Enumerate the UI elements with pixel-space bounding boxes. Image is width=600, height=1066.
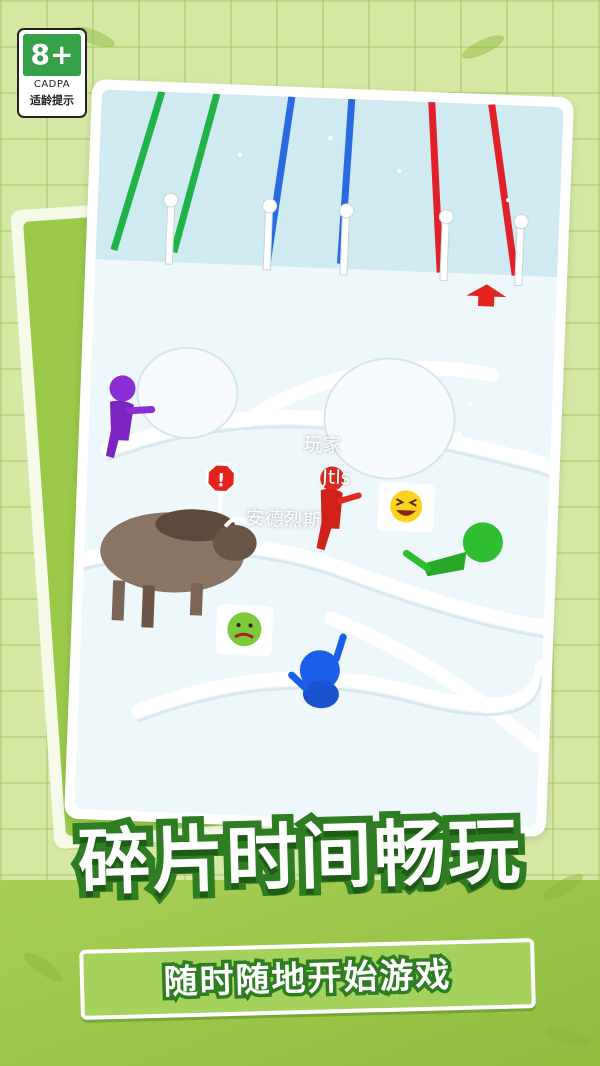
age-rating-tip: 适龄提示 [30, 94, 74, 107]
emote-bubble-sick [215, 604, 274, 657]
emote-bubble-laughing [377, 482, 435, 533]
age-rating-value: 8+ [23, 34, 81, 76]
game-scene: ! [74, 89, 564, 827]
age-rating-badge: 8+ CADPA 适龄提示 [17, 28, 87, 118]
headline: 碎片时间畅玩 [70, 802, 530, 912]
gate-post-cap [513, 214, 529, 230]
warning-sign-mark: ! [217, 470, 226, 491]
gate-post-cap [163, 192, 179, 208]
bison-leg [189, 583, 204, 616]
bison-leg [141, 585, 155, 628]
game-screenshot-card: ! 玩家 Jtls 安德烈斯 [63, 79, 575, 837]
age-rating-org: CADPA [33, 79, 71, 90]
runner-arm [126, 406, 156, 415]
game-screenshot: ! 玩家 Jtls 安德烈斯 [74, 89, 564, 827]
player-name-tag: 玩家 [303, 433, 342, 457]
warning-sign-pole [217, 492, 223, 515]
bison-leg [111, 580, 126, 621]
gate-post-cap [339, 203, 355, 219]
player-name-tag: 安德烈斯 [245, 507, 323, 533]
subtitle: 随时随地开始游戏 [160, 952, 456, 1007]
gate-post-cap [262, 198, 278, 214]
player-name-tag: Jtls [321, 466, 351, 490]
gate-post-cap [438, 209, 454, 225]
subtitle-banner: 随时随地开始游戏 [79, 938, 536, 1020]
